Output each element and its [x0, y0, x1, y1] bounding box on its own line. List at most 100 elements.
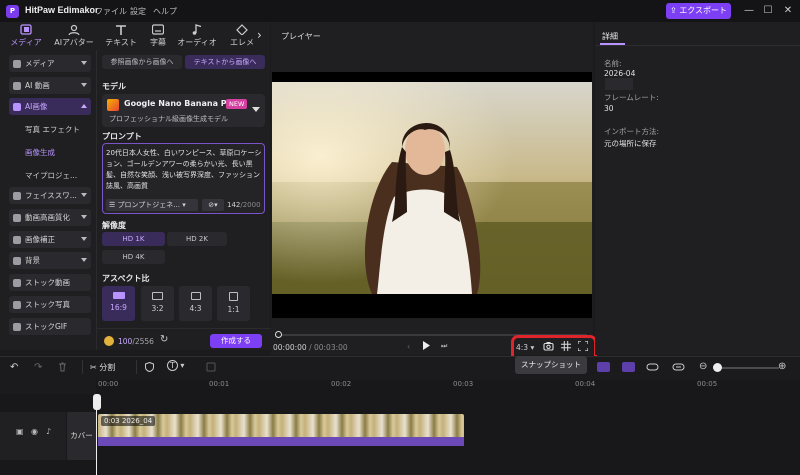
- create-button[interactable]: 作成する: [210, 334, 262, 348]
- tab-ai-avatar[interactable]: AIアバター: [52, 24, 96, 50]
- resolution-2k-button[interactable]: HD 2K: [167, 232, 227, 246]
- menu-file[interactable]: ファイル: [95, 6, 127, 17]
- sidebar-item-label: AI画像: [25, 102, 48, 111]
- ruler-tick: 00:03: [453, 380, 474, 388]
- prompt-textarea[interactable]: 20代日本人女性、白いワンピース、草原ロケーション、ゴールデンアワーの柔らかい光…: [102, 143, 265, 214]
- link-toggle[interactable]: [622, 362, 635, 372]
- sidebar-item-media[interactable]: メディア: [9, 55, 91, 72]
- undo-icon[interactable]: ↶: [10, 362, 18, 373]
- credit-counter: 100/2556: [118, 337, 154, 346]
- zoom-slider[interactable]: [713, 367, 779, 369]
- menu-settings[interactable]: 設定: [130, 6, 146, 17]
- fullscreen-icon[interactable]: [578, 341, 588, 351]
- grid-icon[interactable]: [561, 341, 571, 351]
- tab-element[interactable]: エレメ: [226, 24, 258, 50]
- seek-handle[interactable]: [275, 331, 282, 338]
- ruler-tick: 00:01: [209, 380, 230, 388]
- shield-icon[interactable]: [145, 362, 154, 372]
- model-selector[interactable]: Google Nano Banana Pro NEW プロフェッショナル級画像生…: [102, 94, 265, 127]
- sidebar-item-stock-gif[interactable]: ストックGIF: [9, 318, 91, 335]
- split-button[interactable]: ✂ 分割: [90, 362, 115, 373]
- divider: [82, 360, 83, 374]
- aspect-label: 3:2: [151, 304, 164, 313]
- sidebar-item-stock-video[interactable]: ストック動画: [9, 274, 91, 291]
- ruler-tick: 00:05: [697, 380, 718, 388]
- audio-separate-icon[interactable]: [646, 362, 659, 372]
- title-bar: P HitPaw Edimakor ファイル 設定 ヘルプ ⇪ エクスポート —…: [0, 0, 800, 22]
- resolution-1k-button[interactable]: HD 1K: [102, 232, 165, 246]
- sidebar-item-stock-photo[interactable]: ストック写真: [9, 296, 91, 313]
- redo-icon[interactable]: ↷: [34, 362, 42, 373]
- link-icon: ⊘: [208, 201, 215, 209]
- aspect-16-9-button[interactable]: 16:9: [102, 286, 135, 321]
- tab-audio[interactable]: オーディオ: [175, 24, 219, 50]
- camera-icon[interactable]: [543, 341, 554, 351]
- zoom-out-icon[interactable]: ⊖: [699, 362, 707, 372]
- prompt-generator-dropdown[interactable]: ☰ プロンプトジェネ... ▾: [106, 199, 198, 211]
- close-icon[interactable]: ✕: [781, 4, 795, 18]
- resolution-4k-button[interactable]: HD 4K: [102, 250, 165, 264]
- prompt-generator-label: プロンプトジェネ...: [117, 201, 180, 209]
- mode-reference-image-button[interactable]: 参照画像から画像へ: [102, 55, 182, 69]
- text-tool-dropdown[interactable]: T ▾: [167, 360, 184, 371]
- sidebar-item-video-enhance[interactable]: 動画高画質化: [9, 209, 91, 226]
- sidebar-item-face-swap[interactable]: フェイススワ...: [9, 187, 91, 204]
- player-title: プレイヤー: [281, 32, 321, 41]
- tab-details[interactable]: 詳細: [602, 31, 618, 42]
- chevron-down-icon: [81, 83, 87, 87]
- ai-image-panel: 参照画像から画像へ テキストから画像へ モデル Google Nano Bana…: [96, 50, 271, 350]
- aspect-4-3-button[interactable]: 4:3: [179, 286, 212, 321]
- clip-label: 0:03 2026_04: [101, 416, 156, 426]
- cover-button[interactable]: カバー: [67, 412, 96, 460]
- sidebar-item-background[interactable]: 背景: [9, 252, 91, 269]
- video-viewer[interactable]: [272, 72, 592, 318]
- subtitle-icon: [144, 24, 172, 36]
- zoom-in-icon[interactable]: ⊕: [778, 362, 786, 372]
- timeline-ruler[interactable]: 00:00 00:01 00:02 00:03 00:04 00:05: [96, 380, 800, 394]
- framerate-value: 30: [604, 104, 614, 113]
- tab-media[interactable]: メディア: [6, 24, 46, 50]
- chevron-down-icon: [81, 237, 87, 241]
- prompt-style-dropdown[interactable]: ⊘▾: [202, 199, 224, 211]
- sidebar-item-image-correction[interactable]: 画像補正: [9, 231, 91, 248]
- scissors-icon: ✂: [90, 363, 97, 372]
- sidebar-subitem-my-project[interactable]: マイプロジェ...: [25, 170, 77, 181]
- app-logo-icon: P: [6, 5, 19, 18]
- menu-help[interactable]: ヘルプ: [153, 6, 177, 17]
- track-visibility-icon[interactable]: ◉: [31, 427, 38, 436]
- aspect-1-1-button[interactable]: 1:1: [217, 286, 250, 321]
- tab-subtitle[interactable]: 字幕: [144, 24, 172, 50]
- export-button[interactable]: ⇪ エクスポート: [666, 3, 731, 19]
- fit-timeline-icon[interactable]: [672, 362, 685, 372]
- sidebar-item-ai-image[interactable]: AI画像: [9, 98, 91, 115]
- refresh-icon[interactable]: ↻: [160, 334, 168, 345]
- sidebar-subitem-image-generation[interactable]: 画像生成: [25, 147, 55, 158]
- char-counter: 142/2000: [227, 201, 261, 209]
- name-label: 名前:: [604, 59, 622, 68]
- export-frame-icon[interactable]: [206, 362, 216, 372]
- maximize-icon[interactable]: ☐: [761, 4, 775, 18]
- next-frame-icon[interactable]: ⏭: [441, 342, 447, 351]
- zoom-slider-handle[interactable]: [713, 363, 722, 372]
- tab-text[interactable]: テキスト: [102, 24, 140, 50]
- sidebar-item-ai-video[interactable]: AI 動画: [9, 77, 91, 94]
- trash-icon[interactable]: [58, 362, 67, 372]
- magnet-snap-toggle[interactable]: [597, 362, 610, 372]
- aspect-ratio-dropdown[interactable]: 4:3 ▾: [516, 343, 534, 352]
- minimize-icon[interactable]: —: [742, 4, 756, 18]
- ruler-tick: 00:02: [331, 380, 352, 388]
- chevron-right-icon[interactable]: ›: [257, 28, 262, 42]
- track-audio-icon[interactable]: ♪: [46, 427, 51, 436]
- sidebar-subitem-photo-effect[interactable]: 写真 エフェクト: [25, 124, 80, 135]
- timeline-tracks: ▣ ◉ ♪ カバー 0:03 2026_04: [0, 394, 800, 475]
- redacted-block: [605, 78, 633, 90]
- clip-audio-bar[interactable]: [98, 437, 464, 446]
- track-lock-icon[interactable]: ▣: [16, 427, 24, 436]
- play-icon[interactable]: [422, 340, 431, 351]
- mode-text-to-image-button[interactable]: テキストから画像へ: [185, 55, 265, 69]
- prev-frame-icon[interactable]: ‹: [407, 342, 410, 351]
- sidebar-item-label: ストックGIF: [25, 322, 68, 331]
- aspect-3-2-icon: [152, 292, 163, 300]
- aspect-3-2-button[interactable]: 3:2: [141, 286, 174, 321]
- playhead-handle[interactable]: [93, 394, 101, 410]
